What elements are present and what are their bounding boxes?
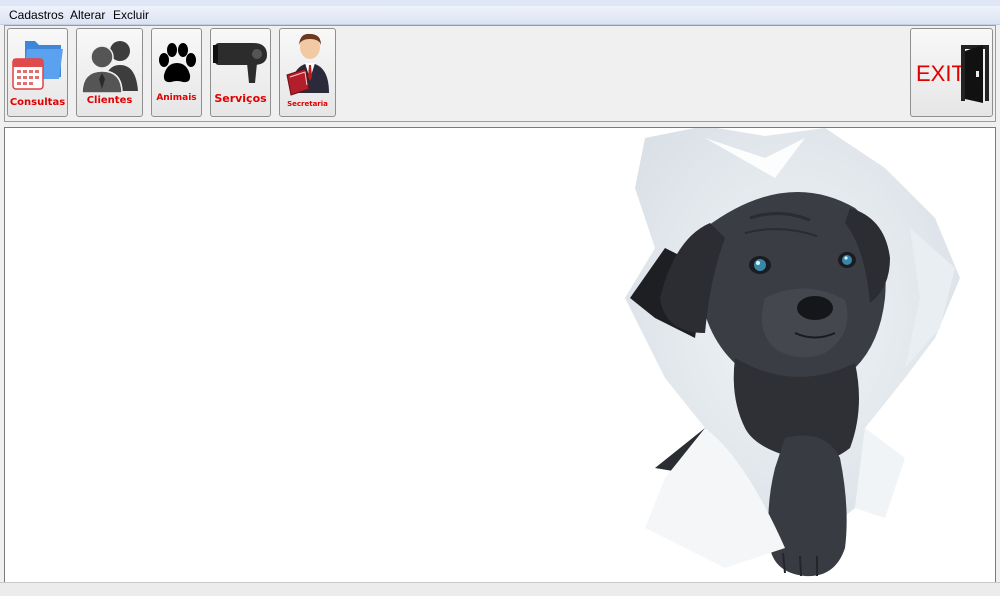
menu-bar: Cadastros Alterar Excluir — [0, 6, 1000, 25]
consultas-button[interactable]: Consultas — [7, 28, 68, 117]
clientes-label: Clientes — [86, 95, 133, 106]
main-panel — [4, 127, 996, 583]
status-bar — [0, 582, 1000, 596]
toolbar: Consultas Clientes Animais Serviços Secr… — [4, 25, 996, 122]
people-icon — [81, 41, 138, 93]
paw-icon — [159, 43, 196, 83]
calendar-folder-icon — [12, 41, 63, 90]
secretary-icon — [286, 33, 329, 96]
exit-label: EXIT — [916, 61, 965, 86]
puppy-image — [625, 128, 960, 577]
menu-excluir[interactable]: Excluir — [111, 7, 151, 23]
hair-dryer-icon — [213, 43, 267, 83]
clientes-button[interactable]: Clientes — [76, 28, 143, 117]
servicos-button[interactable]: Serviços — [210, 28, 271, 117]
secretaria-label: Secretaria — [287, 100, 328, 108]
animais-button[interactable]: Animais — [151, 28, 202, 117]
animais-label: Animais — [156, 93, 197, 103]
exit-button[interactable]: EXIT — [910, 28, 993, 117]
menu-cadastros[interactable]: Cadastros — [7, 7, 66, 23]
servicos-label: Serviços — [214, 92, 267, 105]
exit-door-icon — [961, 45, 989, 103]
menu-alterar[interactable]: Alterar — [68, 7, 107, 23]
consultas-label: Consultas — [9, 97, 66, 108]
secretaria-button[interactable]: Secretaria — [279, 28, 336, 117]
